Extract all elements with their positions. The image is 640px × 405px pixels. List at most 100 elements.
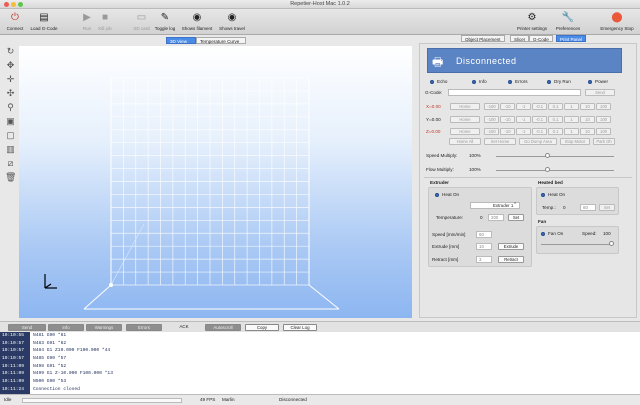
load-gcode-button[interactable]: ▤ Load G-Code: [27, 11, 61, 31]
tab-gcode[interactable]: G-Code: [529, 35, 553, 42]
jog-y-step-button[interactable]: -0.1: [532, 116, 547, 123]
log-list[interactable]: 19:10:55 N481 G90 *61 19:10:57 N483 G91 *62…: [0, 332, 640, 394]
jog-y-step-button[interactable]: 0.1: [548, 116, 563, 123]
jog-x-step-button[interactable]: 100: [596, 103, 611, 110]
kill-job-button[interactable]: ■ Kill job: [96, 11, 114, 31]
show-travel-button[interactable]: ◉ Shows travel: [216, 11, 248, 31]
jog-x-step-button[interactable]: -1: [516, 103, 531, 110]
rotate-icon[interactable]: ✥: [5, 60, 16, 71]
tab-temperature-curve[interactable]: Temperature Curve: [196, 37, 246, 44]
speed-mm-input[interactable]: 60: [476, 231, 492, 238]
send-button[interactable]: Send: [585, 89, 615, 96]
tab-object-placement[interactable]: Object Placement: [461, 35, 505, 42]
retract-mm-input[interactable]: 3: [476, 256, 492, 263]
gcode-input[interactable]: [448, 89, 581, 96]
jog-y-step-button[interactable]: -1: [516, 116, 531, 123]
log-ack-toggle[interactable]: ACK: [170, 324, 198, 331]
jog-z-step-button[interactable]: 10: [580, 128, 595, 135]
jog-x-step-button[interactable]: -100: [484, 103, 499, 110]
cube-view-icon[interactable]: ▣: [5, 116, 16, 127]
extrude-mm-input[interactable]: 10: [476, 243, 492, 250]
extrude-button[interactable]: Extrude: [498, 243, 524, 250]
tab-3d-view[interactable]: 3D View: [166, 37, 196, 44]
log-info-toggle[interactable]: Info: [48, 324, 84, 331]
toggle-log-button[interactable]: ✎ Toggle log: [152, 11, 178, 31]
show-filament-button[interactable]: ◉ Shows filament: [179, 11, 215, 31]
log-autoscroll-toggle[interactable]: Autoscroll: [205, 324, 241, 331]
info-checkbox[interactable]: Info: [472, 79, 487, 84]
retract-button[interactable]: Retract: [498, 256, 524, 263]
flow-slider-knob[interactable]: [545, 167, 550, 172]
jog-y-step-button[interactable]: -10: [500, 116, 515, 123]
side-view-icon[interactable]: ▥: [5, 144, 16, 155]
echo-checkbox[interactable]: Echo: [430, 79, 447, 84]
slash-view-icon[interactable]: ⧄: [5, 158, 16, 169]
jog-x-step-button[interactable]: -10: [500, 103, 515, 110]
front-view-icon[interactable]: ▢: [5, 130, 16, 141]
jog-z-step-button[interactable]: -10: [500, 128, 515, 135]
tab-print-panel[interactable]: Print Panel: [556, 35, 587, 42]
dump-area-button[interactable]: Go Dump Area: [519, 138, 557, 145]
emergency-stop-button[interactable]: ⬤ Emergency Stop: [597, 11, 637, 31]
bed-heat-on-toggle[interactable]: Heat On: [541, 192, 565, 197]
close-window-icon[interactable]: [4, 2, 9, 7]
log-copy-button[interactable]: Copy: [245, 324, 279, 331]
home-y-button[interactable]: Home: [450, 116, 480, 123]
log-clear-button[interactable]: Clear Log: [283, 324, 317, 331]
jog-z-step-button[interactable]: -100: [484, 128, 499, 135]
run-button[interactable]: ▶ Run: [79, 11, 95, 31]
jog-x-step-button[interactable]: 10: [580, 103, 595, 110]
set-home-button[interactable]: Set Home: [484, 138, 516, 145]
errors-checkbox[interactable]: Errors: [508, 79, 528, 84]
connect-button[interactable]: ⏻ Connect: [4, 11, 26, 31]
home-z-button[interactable]: Home: [450, 128, 480, 135]
stop-motor-button[interactable]: Stop Motor: [560, 138, 590, 145]
home-x-button[interactable]: Home: [450, 103, 480, 110]
speed-slider-knob[interactable]: [545, 153, 550, 158]
trash-icon[interactable]: 🗑: [5, 172, 16, 183]
bed-temp-input[interactable]: 60: [580, 204, 596, 211]
dry-run-checkbox[interactable]: Dry Run: [547, 79, 571, 84]
jog-y-step-button[interactable]: 100: [596, 116, 611, 123]
log-warnings-toggle[interactable]: Warnings: [86, 324, 122, 331]
jog-y-step-button[interactable]: 1: [564, 116, 579, 123]
zoom-window-icon[interactable]: [18, 2, 23, 7]
fan-speed-slider[interactable]: [541, 244, 613, 245]
jog-x-step-button[interactable]: 0.1: [548, 103, 563, 110]
flow-slider[interactable]: [496, 170, 614, 171]
printer-settings-button[interactable]: ⚙ Printer settings: [512, 11, 552, 31]
fan-on-toggle[interactable]: Fan On: [541, 231, 563, 236]
move-icon[interactable]: ✛: [5, 74, 16, 85]
stop-icon: ■: [101, 12, 109, 23]
log-errors-toggle[interactable]: Errors: [126, 324, 162, 331]
jog-z-step-button[interactable]: 1: [564, 128, 579, 135]
tab-slicer[interactable]: Slicer: [510, 35, 530, 42]
jog-z-step-button[interactable]: 0.1: [548, 128, 563, 135]
heated-bed-title: Heated bed: [538, 180, 563, 185]
speed-slider[interactable]: [496, 156, 614, 157]
jog-x-step-button[interactable]: -0.1: [532, 103, 547, 110]
jog-z-step-button[interactable]: -0.1: [532, 128, 547, 135]
zoom-icon[interactable]: ⚲: [5, 102, 16, 113]
bed-set-button[interactable]: Set: [599, 204, 615, 211]
home-all-button[interactable]: Home All: [449, 138, 481, 145]
reset-view-icon[interactable]: ↻: [5, 46, 16, 57]
jog-x-step-button[interactable]: 1: [564, 103, 579, 110]
jog-z-step-button[interactable]: 100: [596, 128, 611, 135]
temperature-input[interactable]: 200: [488, 214, 504, 221]
preferences-button[interactable]: 🔧 Preferences: [553, 11, 583, 31]
temp-set-button[interactable]: Set: [508, 214, 524, 221]
minimize-window-icon[interactable]: [11, 2, 16, 7]
sd-card-button[interactable]: ▭ SD card: [132, 11, 151, 31]
fan-speed-knob[interactable]: [609, 241, 614, 246]
jog-z-step-button[interactable]: -1: [516, 128, 531, 135]
jog-y-step-button[interactable]: 10: [580, 116, 595, 123]
log-timestamp: 19:11:24: [0, 385, 30, 394]
power-checkbox[interactable]: Power: [588, 79, 608, 84]
3d-viewport[interactable]: [19, 46, 412, 318]
log-send-toggle[interactable]: Send: [8, 324, 46, 331]
park-button[interactable]: Park Oh: [593, 138, 615, 145]
extruder-heat-on-toggle[interactable]: Heat On: [435, 192, 459, 197]
jog-y-step-button[interactable]: -100: [484, 116, 499, 123]
move-object-icon[interactable]: ✣: [5, 88, 16, 99]
